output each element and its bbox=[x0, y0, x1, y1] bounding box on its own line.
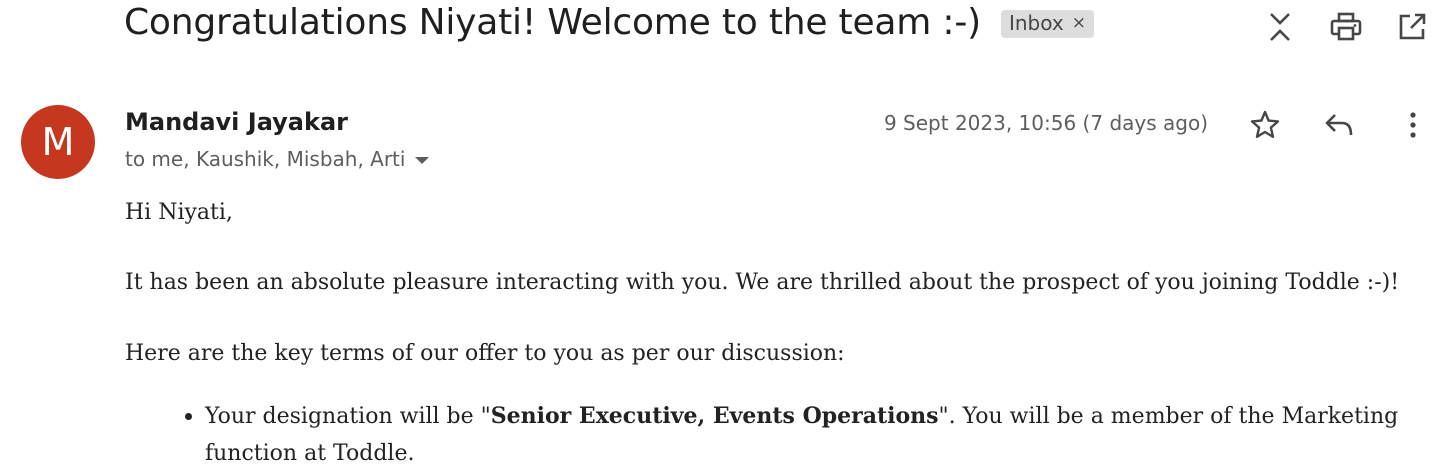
expand-collapse-svg bbox=[1270, 13, 1290, 41]
expand-collapse-icon[interactable] bbox=[1263, 10, 1297, 44]
terms-intro-paragraph: Here are the key terms of our offer to y… bbox=[125, 341, 845, 366]
sender-name[interactable]: Mandavi Jayakar bbox=[125, 108, 348, 136]
more-vert-svg bbox=[1410, 112, 1416, 138]
open-new-window-svg bbox=[1399, 13, 1426, 40]
designation-bold: Senior Executive, Events Operations bbox=[490, 403, 939, 429]
reply-icon[interactable] bbox=[1321, 107, 1357, 143]
more-vert-icon[interactable] bbox=[1395, 107, 1431, 143]
inbox-label-chip[interactable]: Inbox × bbox=[1000, 9, 1094, 38]
bullet-line-1: Your designation will be "Senior Executi… bbox=[205, 398, 1398, 435]
star-svg bbox=[1250, 110, 1280, 138]
star-icon[interactable] bbox=[1247, 107, 1283, 143]
bullet-dot bbox=[185, 413, 192, 420]
subject-row: Congratulations Niyati! Welcome to the t… bbox=[124, 2, 1094, 43]
sender-avatar[interactable]: M bbox=[21, 105, 95, 179]
show-details-chevron-down-icon[interactable] bbox=[415, 157, 430, 164]
remove-label-button[interactable]: × bbox=[1072, 13, 1086, 33]
reply-svg bbox=[1325, 114, 1353, 136]
email-subject: Congratulations Niyati! Welcome to the t… bbox=[124, 2, 981, 43]
intro-paragraph: It has been an absolute pleasure interac… bbox=[125, 270, 1400, 295]
recipients-line: to me, Kaushik, Misbah, Arti bbox=[125, 147, 430, 171]
print-icon[interactable] bbox=[1329, 10, 1363, 44]
print-svg bbox=[1330, 12, 1362, 41]
label-chip-text: Inbox bbox=[1008, 11, 1064, 35]
recipients-text: to me, Kaushik, Misbah, Arti bbox=[125, 147, 406, 171]
bullet-prefix: Your designation will be " bbox=[205, 404, 491, 429]
greeting-paragraph: Hi Niyati, bbox=[125, 200, 233, 225]
email-date: 9 Sept 2023, 10:56 (7 days ago) bbox=[883, 111, 1208, 135]
open-in-new-window-icon[interactable] bbox=[1395, 10, 1429, 44]
bullet-line-2: function at Toddle. bbox=[205, 441, 415, 466]
list-item: Your designation will be "Senior Executi… bbox=[185, 398, 1398, 472]
bullet-suffix: ". You will be a member of the Marketing bbox=[938, 404, 1399, 429]
